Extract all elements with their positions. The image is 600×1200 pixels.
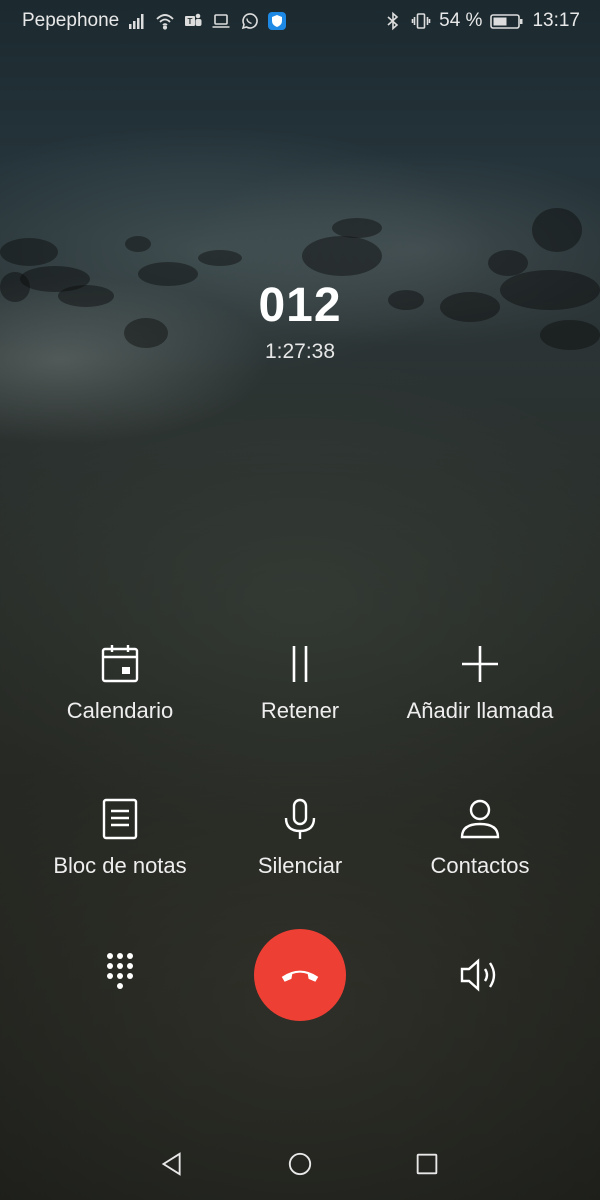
navigation-bar [0,1132,600,1200]
pause-icon [278,642,322,686]
microphone-icon [278,797,322,841]
end-call-icon [281,970,319,982]
mute-label: Silenciar [257,853,343,878]
recents-icon [416,1153,438,1175]
recents-button[interactable] [407,1144,447,1184]
shield-icon [267,11,287,31]
end-call-button[interactable] [254,929,346,1021]
notepad-label: Bloc de notas [53,853,187,878]
background-rock [125,236,151,252]
calendar-label: Calendario [66,698,174,723]
svg-text:T: T [188,17,193,26]
hold-label: Retener [260,698,340,723]
back-icon [161,1152,181,1176]
call-screen: Pepephone T 54 % 13:17 012 1:27:38 Calen… [0,0,600,1200]
hold-button[interactable]: Retener [200,642,400,724]
speaker-button[interactable] [450,945,510,1005]
call-duration: 1:27:38 [264,340,336,363]
plus-icon [458,642,502,686]
home-button[interactable] [280,1144,320,1184]
calendar-button[interactable]: Calendario [20,642,220,724]
laptop-icon [211,11,231,31]
add-call-label: Añadir llamada [406,698,554,723]
background-rock [488,250,528,276]
contacts-label: Contactos [430,853,530,878]
clock: 13:17 [532,10,580,31]
battery-percent: 54 % [439,10,483,31]
caller-number: 012 [258,279,342,332]
background-rock [0,238,58,266]
speaker-icon [460,958,496,992]
mute-button[interactable]: Silenciar [200,797,400,879]
teams-icon: T [183,11,203,31]
status-bar: Pepephone T 54 % 13:17 [0,0,600,42]
back-button[interactable] [152,1144,192,1184]
background-rock [198,250,242,266]
background-rock [332,218,382,238]
add-call-button[interactable]: Añadir llamada [380,642,580,724]
background-rock [532,208,582,252]
vibrate-icon [411,11,431,31]
home-icon [288,1152,312,1176]
notepad-button[interactable]: Bloc de notas [20,797,220,879]
bluetooth-icon [383,11,403,31]
contacts-button[interactable]: Contactos [380,797,580,879]
carrier-name: Pepephone [22,10,120,31]
notepad-icon [98,797,142,841]
calendar-icon [98,642,142,686]
whatsapp-icon [239,11,259,31]
dialpad-icon [107,953,133,989]
wifi-icon [155,11,175,31]
person-icon [458,797,502,841]
dialpad-button[interactable] [90,945,150,1005]
signal-icon [127,11,147,31]
battery-icon [490,11,524,31]
background-rock [302,236,382,276]
